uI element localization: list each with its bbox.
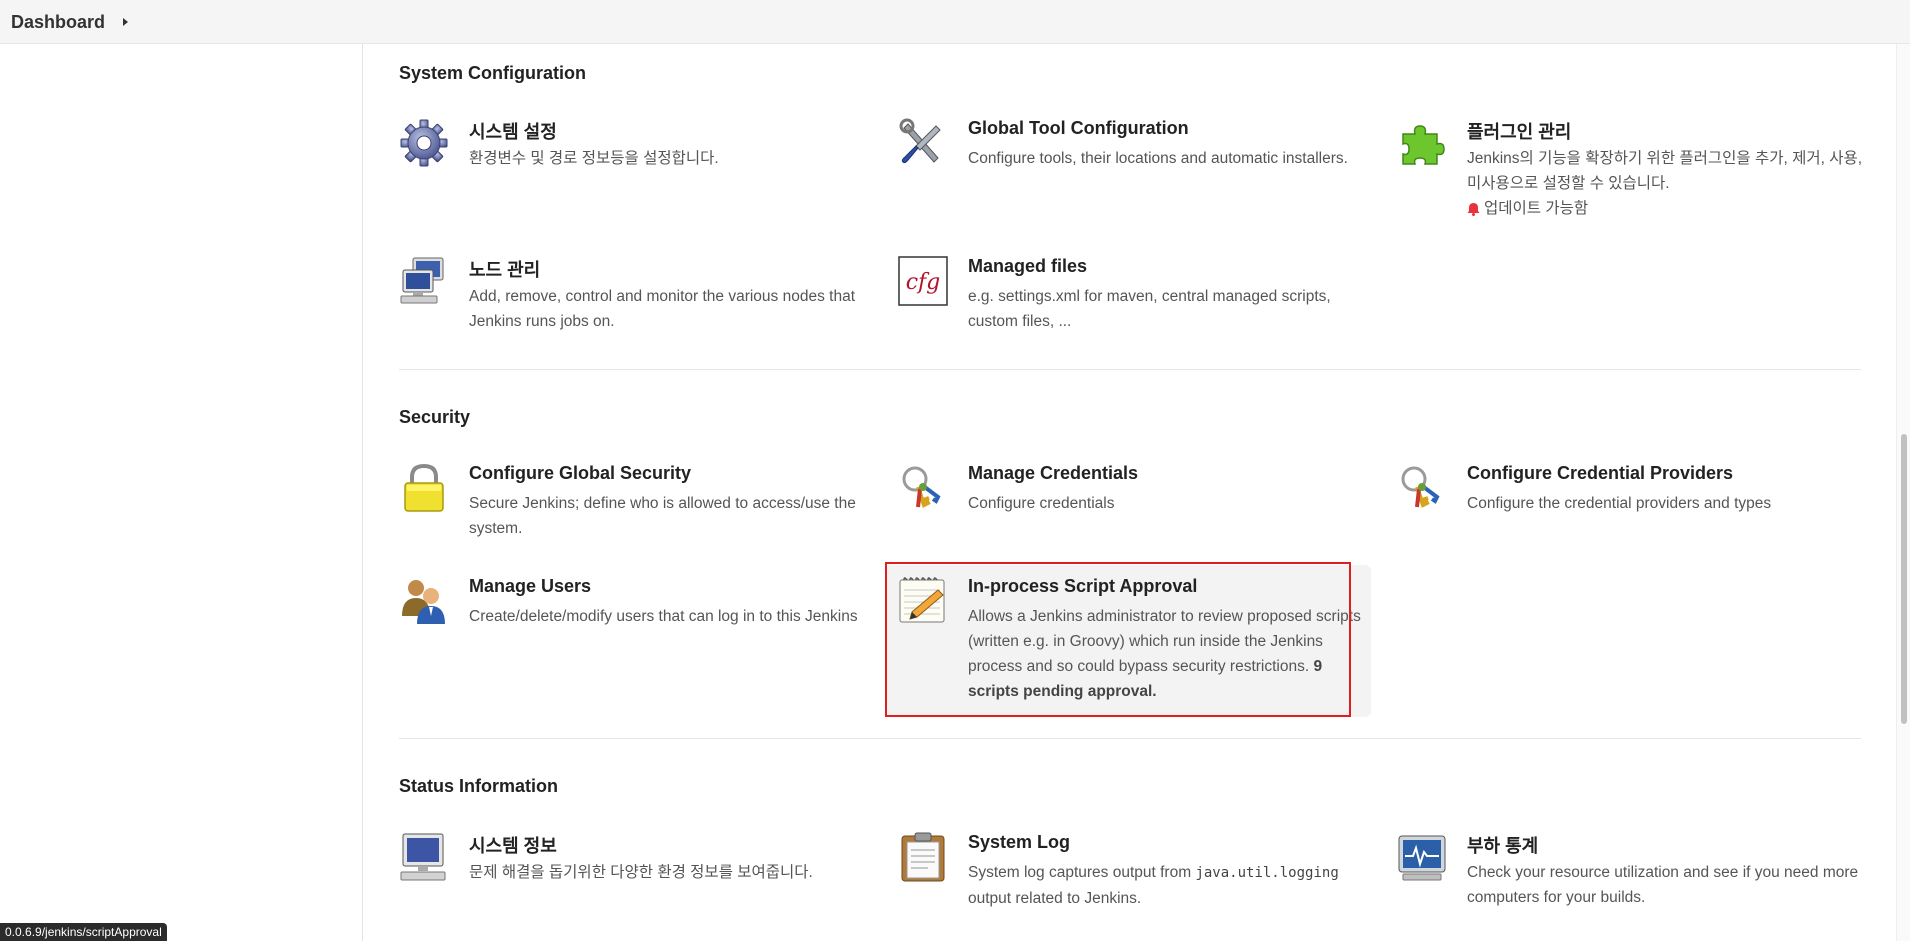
item-description-text: System log captures output from [968,864,1192,881]
gear-icon [400,119,448,167]
computers-icon [400,257,444,304]
code-snippet: java.util.logging [1195,865,1339,881]
section-title-system-configuration: System Configuration [399,63,587,83]
item-description: Secure Jenkins; define who is allowed to… [469,495,856,537]
chevron-right-icon[interactable] [123,18,129,26]
status-bar-url: 0.0.6.9/jenkins/scriptApproval [0,923,167,941]
item-title[interactable]: Manage Credentials [968,463,1138,484]
sidebar [0,44,363,941]
item-title[interactable]: System Log [968,832,1070,853]
breadcrumb: Dashboard [11,0,129,44]
item-description: System log captures output from java.uti… [968,860,1368,911]
item-description: Add, remove, control and monitor the var… [469,288,855,330]
section-divider [399,738,1861,739]
item-description: Configure the credential providers and t… [1467,495,1772,512]
item-title[interactable]: Manage Users [469,576,591,597]
section-divider [399,369,1861,370]
item-title[interactable]: 부하 통계 [1467,832,1538,858]
svg-text:cfg: cfg [906,270,941,295]
breadcrumb-dashboard[interactable]: Dashboard [11,12,105,33]
top-bar: Dashboard [0,0,1910,44]
item-title[interactable]: 시스템 설정 [469,118,557,144]
section-title-security: Security [399,407,471,427]
item-description: Configure tools, their locations and aut… [968,150,1348,167]
item-description: 환경변수 및 경로 정보등을 설정합니다. [469,150,719,167]
item-description: Create/delete/modify users that can log … [469,608,858,625]
vertical-scrollbar[interactable] [1896,44,1910,941]
computer-icon [400,833,446,881]
item-title[interactable]: Configure Global Security [469,463,691,484]
update-alert[interactable]: 업데이트 가능함 [1467,196,1867,221]
item-description: Configure credentials [968,495,1115,512]
users-icon [402,580,445,624]
wrench-screwdriver-icon [899,118,941,164]
item-title[interactable]: Managed files [968,256,1087,277]
highlight-annotation-box [885,562,1351,717]
item-description-text-end: output related to Jenkins. [968,890,1142,907]
monitor-graph-icon [1398,835,1446,881]
clipboard-icon [901,832,945,882]
bell-icon [1467,202,1480,216]
main-content: System Configuration 시스템 설정 환경변수 및 경로 정보… [399,44,1862,941]
cfg-file-icon: cfg [898,256,948,306]
section-title-status-information: Status Information [399,776,559,796]
scrollbar-thumb[interactable] [1901,434,1907,724]
keys-icon [1401,466,1440,508]
padlock-icon [404,463,444,512]
item-description: Jenkins의 기능을 확장하기 위한 플러그인을 추가, 제거, 사용, 미… [1467,146,1867,221]
puzzle-piece-icon [1402,125,1445,165]
item-description: Check your resource utilization and see … [1467,864,1859,906]
item-title[interactable]: 플러그인 관리 [1467,118,1571,144]
item-title[interactable]: Configure Credential Providers [1467,463,1733,484]
keys-icon [902,466,941,508]
item-title[interactable]: Global Tool Configuration [968,118,1189,139]
update-alert-label: 업데이트 가능함 [1484,200,1589,217]
item-title[interactable]: 노드 관리 [469,256,540,282]
item-description: e.g. settings.xml for maven, central man… [968,288,1331,330]
item-description-text: Jenkins의 기능을 확장하기 위한 플러그인을 추가, 제거, 사용, 미… [1467,150,1863,192]
item-description: 문제 해결을 돕기위한 다양한 환경 정보를 보여줍니다. [469,864,813,881]
item-title[interactable]: 시스템 정보 [469,832,557,858]
